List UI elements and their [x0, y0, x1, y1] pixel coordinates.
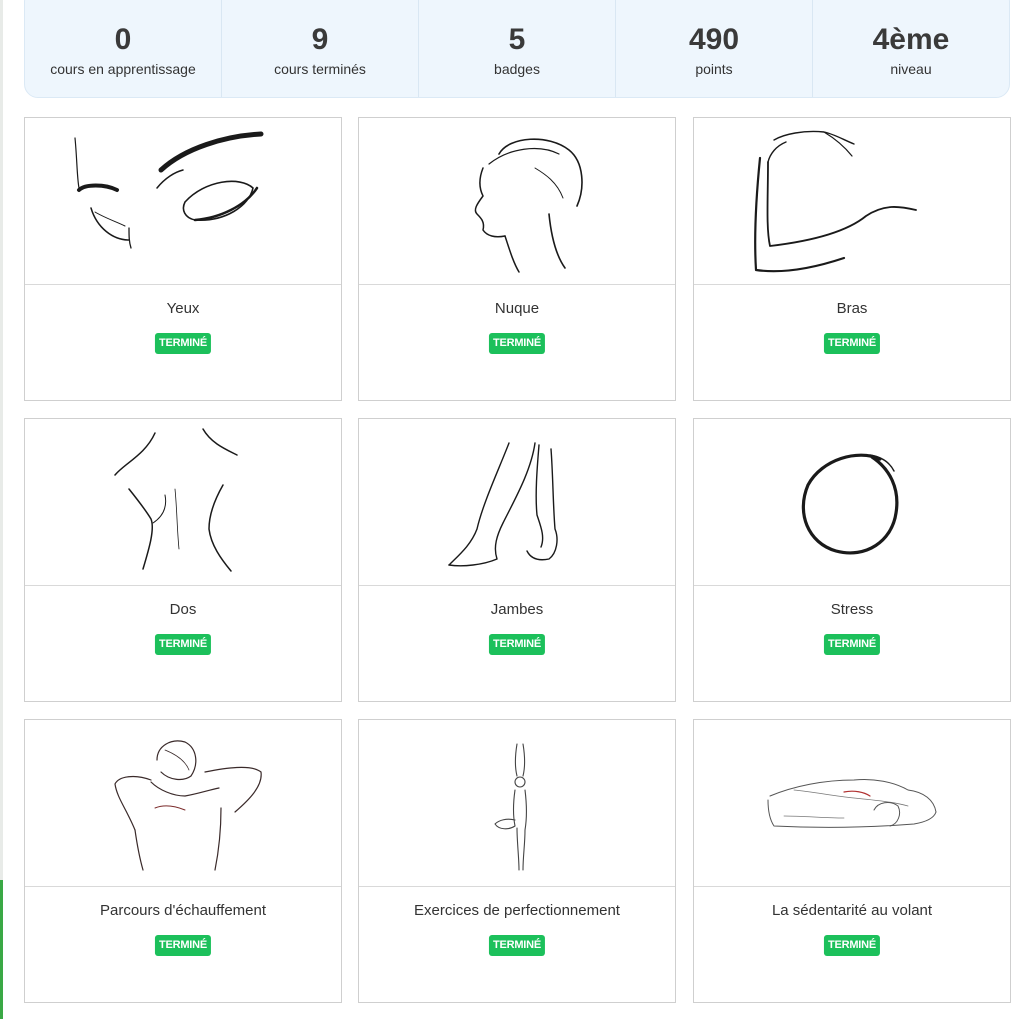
course-title: Bras: [836, 300, 868, 317]
course-thumbnail: [694, 720, 1010, 887]
course-thumbnail: [359, 118, 675, 285]
course-title: Yeux: [166, 300, 200, 317]
course-card-perfectionnement[interactable]: Exercices de perfectionnement TERMINÉ: [358, 719, 676, 1003]
stat-label: niveau: [890, 61, 932, 77]
stat-points: 490 points: [616, 0, 813, 97]
course-title: Nuque: [494, 300, 540, 317]
course-thumbnail: [694, 118, 1010, 285]
left-edge-accent: [0, 880, 3, 1019]
course-card-bras[interactable]: Bras TERMINÉ: [693, 117, 1011, 401]
stat-value: 0: [114, 23, 132, 56]
arm-sketch-icon: [754, 130, 917, 273]
stats-bar: 0 cours en apprentissage 9 cours terminé…: [24, 0, 1010, 98]
course-thumbnail: [359, 419, 675, 586]
circle-sketch-icon: [801, 453, 899, 555]
neck-sketch-icon: [474, 138, 583, 273]
stat-label: cours terminés: [274, 61, 366, 77]
course-title: Stress: [830, 601, 874, 618]
status-badge: TERMINÉ: [154, 634, 212, 655]
course-card-nuque[interactable]: Nuque TERMINÉ: [358, 117, 676, 401]
stat-label: badges: [494, 61, 540, 77]
status-badge: TERMINÉ: [823, 333, 881, 354]
course-card-stress[interactable]: Stress TERMINÉ: [693, 418, 1011, 702]
status-badge: TERMINÉ: [823, 634, 881, 655]
status-badge: TERMINÉ: [154, 935, 212, 956]
course-thumbnail: [359, 720, 675, 887]
course-card-parcours[interactable]: Parcours d'échauffement TERMINÉ: [24, 719, 342, 1003]
status-badge: TERMINÉ: [488, 634, 546, 655]
status-badge: TERMINÉ: [823, 935, 881, 956]
stat-value: 5: [508, 23, 526, 56]
course-thumbnail: [25, 118, 341, 285]
status-badge: TERMINÉ: [488, 333, 546, 354]
course-card-jambes[interactable]: Jambes TERMINÉ: [358, 418, 676, 702]
course-title: Exercices de perfectionnement: [414, 902, 620, 919]
stat-value: 490: [688, 23, 740, 56]
course-title: Jambes: [490, 601, 544, 618]
course-title: Parcours d'échauffement: [99, 902, 267, 919]
course-title: Dos: [169, 601, 197, 618]
course-thumbnail: [25, 419, 341, 586]
stat-value: 9: [311, 23, 329, 56]
course-card-volant[interactable]: La sédentarité au volant TERMINÉ: [693, 719, 1011, 1003]
course-title: La sédentarité au volant: [771, 902, 933, 919]
legs-sketch-icon: [448, 442, 558, 567]
stat-completed: 9 cours terminés: [222, 0, 419, 97]
stat-value: 4ème: [872, 23, 950, 56]
left-edge-bar: [0, 0, 3, 1019]
stat-label: points: [695, 61, 733, 77]
stat-learning: 0 cours en apprentissage: [25, 0, 222, 97]
stat-level: 4ème niveau: [813, 0, 1009, 97]
eyes-sketch-icon: [74, 131, 264, 249]
back-sketch-icon: [114, 428, 238, 572]
course-thumbnail: [694, 419, 1010, 586]
stretching-woman-sketch-icon: [114, 740, 262, 871]
stat-badges: 5 badges: [419, 0, 616, 97]
course-card-dos[interactable]: Dos TERMINÉ: [24, 418, 342, 702]
course-card-yeux[interactable]: Yeux TERMINÉ: [24, 117, 342, 401]
car-sketch-icon: [767, 779, 937, 828]
yoga-pose-sketch-icon: [494, 743, 528, 871]
status-badge: TERMINÉ: [488, 935, 546, 956]
course-thumbnail: [25, 720, 341, 887]
stat-label: cours en apprentissage: [50, 61, 196, 77]
status-badge: TERMINÉ: [154, 333, 212, 354]
